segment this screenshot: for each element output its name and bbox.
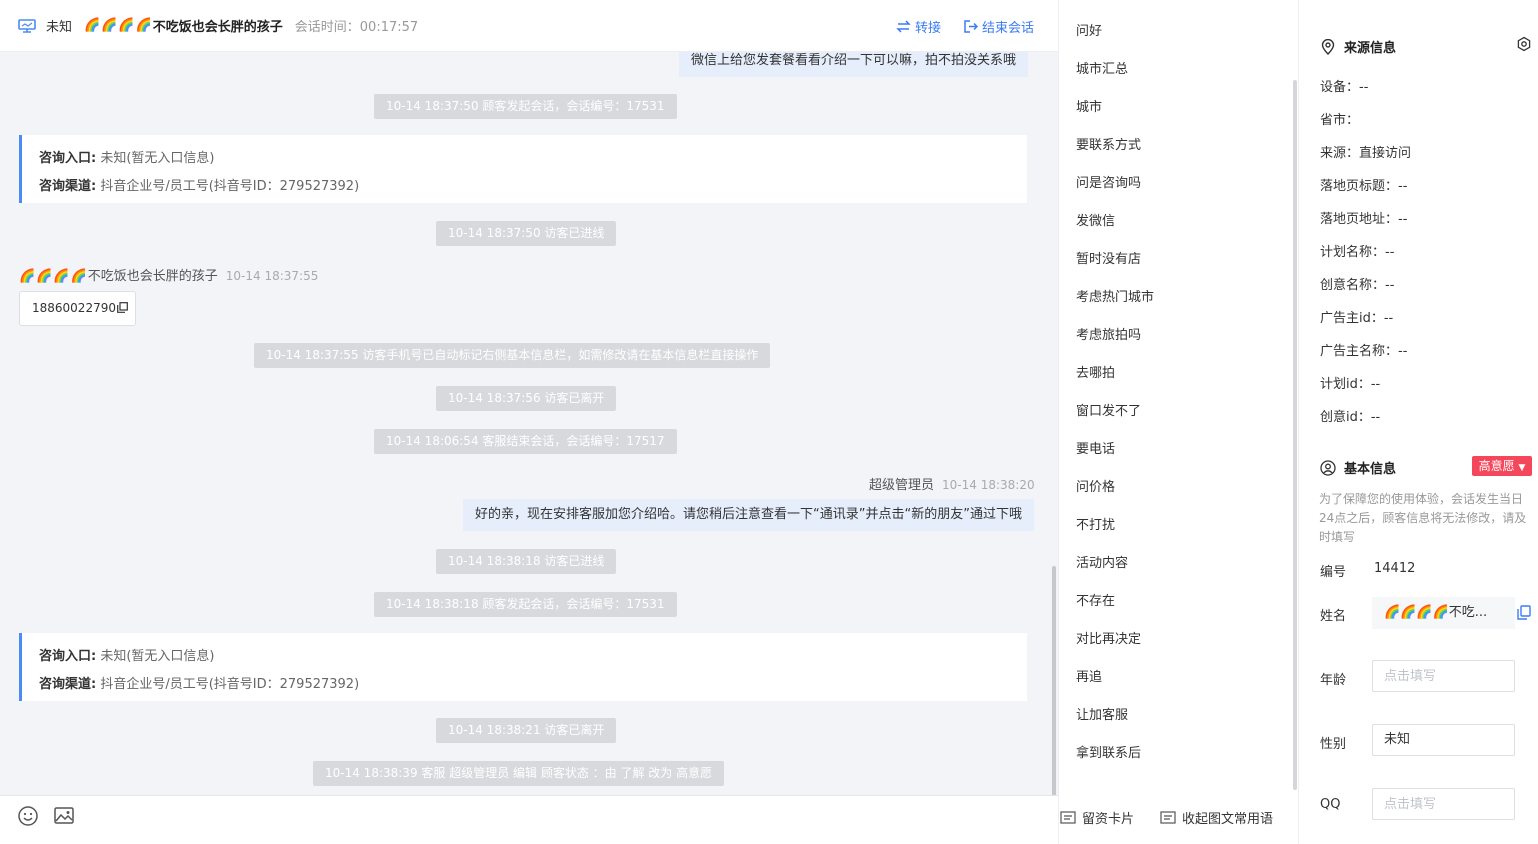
system-message: 10-14 18:37:55 访客手机号已自动标记右侧基本信息栏，如需修改请在基… — [254, 343, 771, 368]
age-input[interactable] — [1372, 660, 1515, 692]
source-info-row: 计划id：-- — [1320, 377, 1381, 392]
message-toolbar — [0, 795, 1058, 844]
source-info-row: 省市： — [1320, 113, 1360, 128]
quick-phrase-item[interactable]: 去哪拍 — [1059, 355, 1289, 393]
collapse-phrases-button[interactable]: 收起图文常用语 — [1160, 808, 1273, 827]
id-value: 14412 — [1374, 561, 1416, 576]
quick-phrase-item[interactable]: 不存在 — [1059, 583, 1289, 621]
transfer-button[interactable]: 转接 — [896, 17, 941, 36]
message-list[interactable]: 微信上给您发套餐看看介绍一下可以嘛，拍不拍没关系哦 10-14 18:37:50… — [0, 52, 1046, 795]
source-info-row: 来源：直接访问 — [1320, 146, 1412, 161]
gender-select[interactable]: 未知 — [1372, 724, 1515, 756]
logout-icon — [964, 19, 978, 33]
visitor-name: 不吃饭也会长胖的孩子 — [152, 20, 283, 35]
consult-info-card: 咨询入口: 未知(暂无入口信息) 咨询渠道: 抖音企业号/员工号(抖音号ID：2… — [19, 135, 1027, 203]
system-message: 10-14 18:06:54 客服结束会话，会话编号：17517 — [374, 429, 677, 454]
name-field[interactable]: 🌈🌈🌈🌈不吃... — [1372, 597, 1515, 629]
quick-phrase-item[interactable]: 暂时没有店 — [1059, 241, 1289, 279]
gender-label: 性别 — [1320, 737, 1347, 752]
age-label: 年龄 — [1320, 673, 1347, 688]
end-session-button[interactable]: 结束会话 — [963, 17, 1034, 36]
device-label: 未知 — [46, 20, 73, 35]
source-info-row: 广告主id：-- — [1320, 311, 1394, 326]
visitor-phone-message[interactable]: 18860022790 — [19, 291, 136, 326]
chat-scrollbar[interactable] — [1052, 566, 1056, 796]
quick-phrase-item[interactable]: 活动内容 — [1059, 545, 1289, 583]
quick-phrase-item[interactable]: 对比再决定 — [1059, 621, 1289, 659]
chat-header: 未知 🌈🌈🌈🌈 不吃饭也会长胖的孩子 会话时间：00:17:57 转接 结束会话 — [0, 0, 1058, 52]
system-message: 10-14 18:38:21 访客已离开 — [436, 718, 617, 743]
lead-card-button[interactable]: 留资卡片 — [1060, 808, 1134, 827]
session-time: 会话时间：00:17:57 — [294, 20, 419, 35]
source-info-row: 创意名称：-- — [1320, 278, 1395, 293]
quick-phrase-item[interactable]: 城市汇总 — [1059, 51, 1289, 89]
visitor-sender: 🌈🌈🌈🌈不吃饭也会长胖的孩子 10-14 18:37:55 — [19, 269, 319, 284]
consult-info-card: 咨询入口: 未知(暂无入口信息) 咨询渠道: 抖音企业号/员工号(抖音号ID：2… — [19, 633, 1027, 701]
quick-phrase-item[interactable]: 问价格 — [1059, 469, 1289, 507]
name-label: 姓名 — [1320, 609, 1347, 624]
quick-phrase-panel: 问好 城市汇总 城市 要联系方式 问是咨询吗 发微信 暂时没有店 考虑热门城市 考虑旅拍吗 去哪拍… — [1058, 0, 1298, 844]
message-icon — [1160, 810, 1176, 824]
quick-phrase-scrollbar[interactable] — [1293, 80, 1297, 790]
quick-phrase-item[interactable]: 考虑热门城市 — [1059, 279, 1289, 317]
agent-sender: 超级管理员 10-14 18:38:20 — [869, 478, 1035, 493]
system-message: 10-14 18:38:18 访客已进线 — [436, 549, 617, 574]
system-message: 10-14 18:37:50 访客已进线 — [436, 221, 617, 246]
quick-phrase-item[interactable]: 不打扰 — [1059, 507, 1289, 545]
agent-message: 好的亲，现在安排客服加您介绍哈。请您稍后注意查看一下“通讯录”并点击“新的朋友”… — [463, 499, 1034, 531]
id-label: 编号 — [1320, 565, 1347, 580]
source-info-row: 落地页地址：-- — [1320, 212, 1408, 227]
system-message: 10-14 18:37:50 顾客发起会话，会话编号：17531 — [374, 94, 677, 119]
source-info-row: 计划名称：-- — [1320, 245, 1395, 260]
transfer-label: 转接 — [914, 20, 941, 36]
copy-icon[interactable] — [117, 302, 128, 313]
quick-phrase-item[interactable]: 让加客服 — [1059, 697, 1289, 735]
transfer-icon — [896, 19, 911, 33]
copy-icon[interactable] — [1517, 605, 1531, 620]
monitor-icon — [18, 18, 36, 33]
basic-info-title: 基本信息 — [1320, 458, 1396, 477]
location-icon — [1321, 38, 1335, 55]
image-icon[interactable] — [53, 805, 75, 827]
agent-message: 微信上给您发套餐看看介绍一下可以嘛，拍不拍没关系哦 — [679, 52, 1029, 77]
quick-phrase-item[interactable]: 拿到联系后 — [1059, 735, 1289, 773]
user-icon — [1320, 459, 1336, 476]
quick-phrase-item[interactable]: 再追 — [1059, 659, 1289, 697]
quick-phrase-item[interactable]: 考虑旅拍吗 — [1059, 317, 1289, 355]
quick-phrase-item[interactable]: 问是咨询吗 — [1059, 165, 1289, 203]
customer-info-panel: 来源信息 设备：-- 省市： 来源：直接访问 落地页标题：-- 落地页地址：-- 计划名称… — [1298, 0, 1538, 844]
source-info-row: 落地页标题：-- — [1320, 179, 1408, 194]
quick-phrase-item[interactable]: 发微信 — [1059, 203, 1289, 241]
caret-down-icon: ▼ — [1518, 463, 1526, 473]
qq-input[interactable] — [1372, 788, 1515, 820]
quick-phrase-item[interactable]: 问好 — [1059, 13, 1289, 51]
chat-panel: 未知 🌈🌈🌈🌈 不吃饭也会长胖的孩子 会话时间：00:17:57 转接 结束会话… — [0, 0, 1058, 844]
end-session-label: 结束会话 — [981, 20, 1034, 36]
eye-settings-icon[interactable] — [1516, 36, 1532, 52]
intent-badge[interactable]: 高意愿 ▼ — [1472, 456, 1532, 476]
system-message: 10-14 18:38:39 客服 超级管理员 编辑 顾客状态 ：由 了解 改为… — [313, 761, 725, 786]
qq-label: QQ — [1320, 797, 1341, 812]
quick-phrase-item[interactable]: 城市 — [1059, 89, 1289, 127]
visitor-emoji: 🌈🌈🌈🌈 — [84, 18, 153, 33]
card-icon — [1060, 810, 1076, 824]
quick-phrase-item[interactable]: 要联系方式 — [1059, 127, 1289, 165]
quick-phrase-list: 问好 城市汇总 城市 要联系方式 问是咨询吗 发微信 暂时没有店 考虑热门城市 考虑旅拍吗 去哪拍… — [1059, 13, 1289, 773]
emoji-icon[interactable] — [17, 805, 39, 827]
source-info-row: 设备：-- — [1320, 80, 1369, 95]
system-message: 10-14 18:38:18 顾客发起会话，会话编号：17531 — [374, 592, 677, 617]
source-info-row: 广告主名称：-- — [1320, 344, 1408, 359]
quick-phrase-item[interactable]: 窗口发不了 — [1059, 393, 1289, 431]
system-message: 10-14 18:37:56 访客已离开 — [436, 386, 617, 411]
edit-notice: 为了保障您的使用体验，会话发生当日24点之后，顾客信息将无法修改，请及时填写 — [1319, 492, 1527, 544]
quick-phrase-item[interactable]: 要电话 — [1059, 431, 1289, 469]
source-info-row: 创意id：-- — [1320, 410, 1381, 425]
source-info-title: 来源信息 — [1320, 37, 1396, 56]
